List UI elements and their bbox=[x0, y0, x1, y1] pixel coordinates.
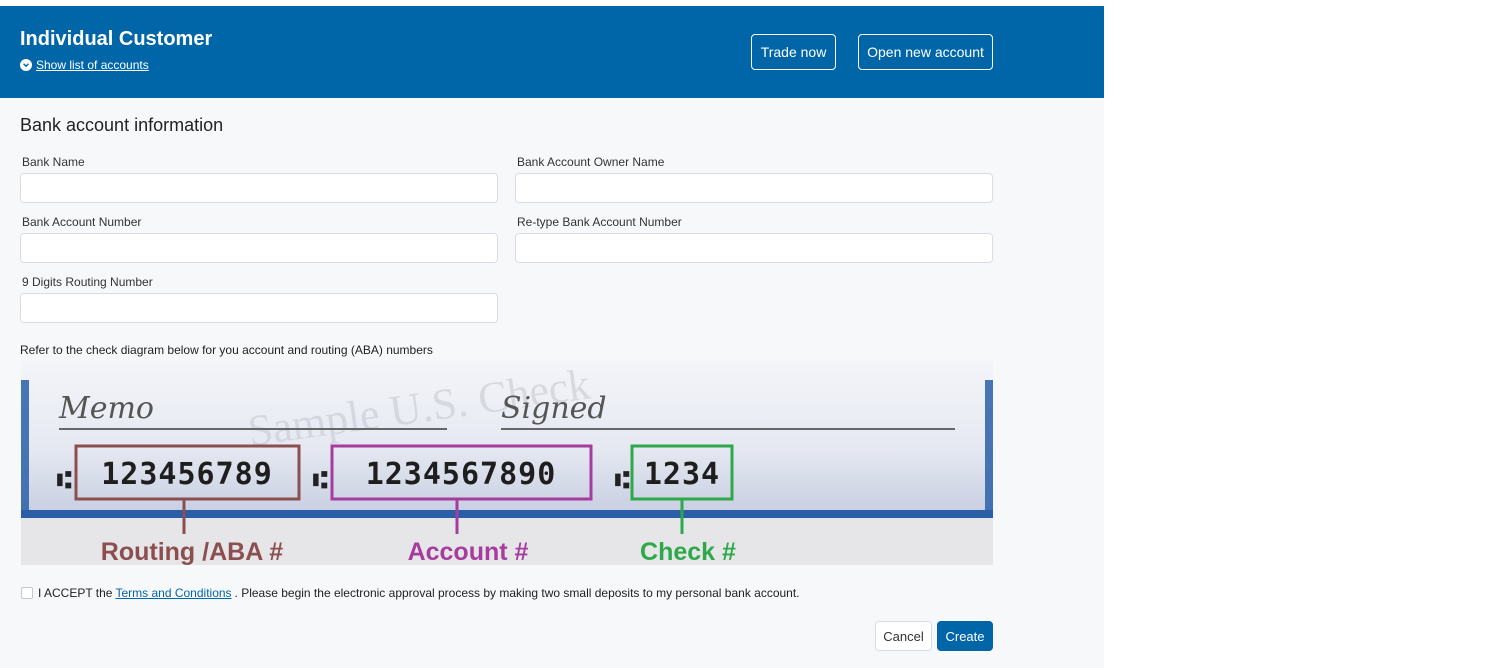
check-symbol: ⑆ bbox=[615, 466, 630, 494]
terms-acceptance: I ACCEPT the Terms and Conditions . Plea… bbox=[21, 586, 800, 600]
terms-checkbox[interactable] bbox=[21, 587, 33, 599]
account-symbol: ⑆ bbox=[313, 466, 328, 494]
memo-label: Memo bbox=[58, 391, 154, 426]
cancel-button[interactable]: Cancel bbox=[875, 621, 932, 651]
retype-account-number-label: Re-type Bank Account Number bbox=[517, 215, 682, 229]
bank-account-page: Individual Customer Show list of account… bbox=[0, 6, 1104, 668]
owner-name-input[interactable] bbox=[515, 173, 993, 203]
chevron-down-icon bbox=[20, 59, 32, 71]
routing-symbol: ⑆ bbox=[57, 466, 72, 494]
check-caption: Check # bbox=[640, 538, 736, 565]
account-caption: Account # bbox=[408, 538, 529, 565]
routing-caption: Routing /ABA # bbox=[101, 538, 283, 565]
check-diagram-instructions: Refer to the check diagram below for you… bbox=[20, 343, 433, 357]
check-left-band bbox=[21, 380, 29, 518]
create-button[interactable]: Create bbox=[937, 621, 993, 651]
show-accounts-link[interactable]: Show list of accounts bbox=[20, 58, 149, 72]
check-diagram: Sample U.S. Check Memo Signed ⑆ 12345678… bbox=[21, 360, 993, 565]
account-number-input[interactable] bbox=[20, 233, 498, 263]
check-bottom-band bbox=[21, 510, 993, 518]
account-digits: 1234567890 bbox=[366, 457, 557, 492]
section-title: Bank account information bbox=[20, 115, 224, 135]
routing-number-input[interactable] bbox=[20, 293, 498, 323]
terms-link[interactable]: Terms and Conditions bbox=[115, 586, 231, 600]
signed-label: Signed bbox=[501, 391, 607, 426]
check-digits: 1234 bbox=[644, 457, 720, 492]
customer-title: Individual Customer bbox=[20, 28, 213, 50]
open-new-account-button[interactable]: Open new account bbox=[858, 34, 993, 70]
terms-suffix: . Please begin the electronic approval p… bbox=[234, 586, 800, 600]
routing-digits: 123456789 bbox=[101, 457, 273, 492]
bank-name-input[interactable] bbox=[20, 173, 498, 203]
routing-number-label: 9 Digits Routing Number bbox=[22, 275, 153, 289]
account-number-label: Bank Account Number bbox=[22, 215, 142, 229]
retype-account-number-input[interactable] bbox=[515, 233, 993, 263]
customer-header: Individual Customer Show list of account… bbox=[0, 6, 1104, 98]
trade-now-button[interactable]: Trade now bbox=[751, 34, 836, 70]
check-right-band bbox=[985, 380, 993, 518]
check-diagram-svg: Sample U.S. Check Memo Signed ⑆ 12345678… bbox=[21, 360, 993, 565]
terms-prefix: I ACCEPT the bbox=[38, 586, 113, 600]
bank-name-label: Bank Name bbox=[22, 155, 85, 169]
owner-name-label: Bank Account Owner Name bbox=[517, 155, 665, 169]
show-accounts-label: Show list of accounts bbox=[36, 58, 149, 72]
